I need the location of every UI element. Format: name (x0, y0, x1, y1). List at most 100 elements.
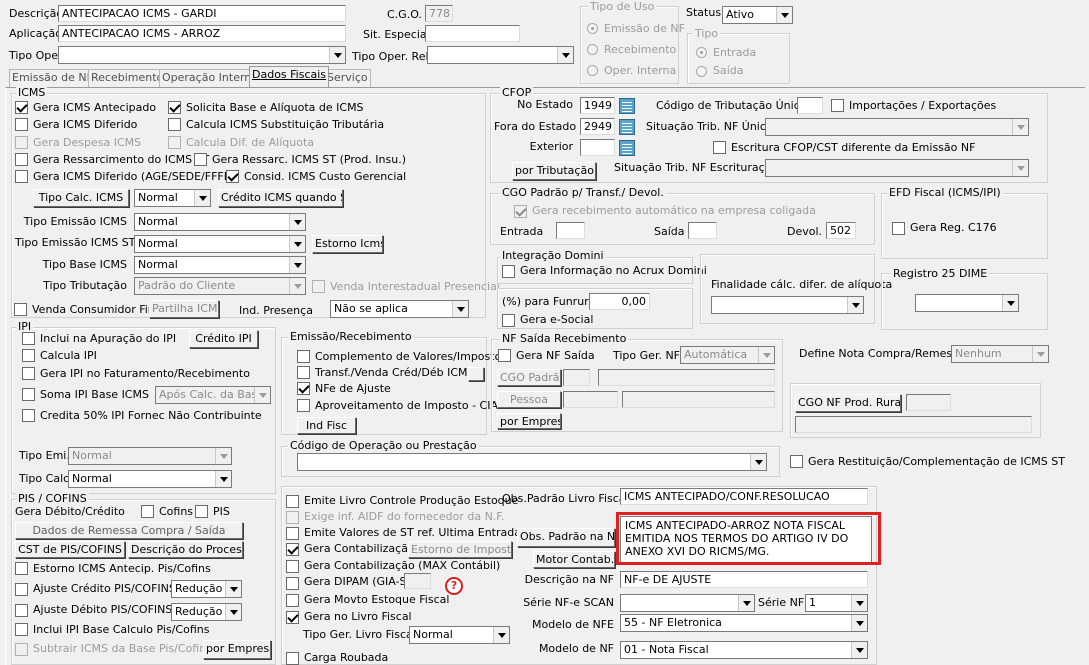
ajuste-debito-select[interactable]: Redução (171, 603, 242, 621)
soma-base-checkbox[interactable] (22, 388, 35, 401)
cod-oper-select[interactable] (297, 453, 767, 471)
cgo-padrao-button[interactable]: CGO Padrão (497, 369, 561, 386)
sit-trib-select[interactable] (765, 118, 1029, 136)
exige-aidf-checkbox[interactable] (286, 511, 299, 524)
estorno-icms-button[interactable]: Estorno Icms (312, 235, 383, 253)
ind-presenca-select[interactable]: Não se aplica (330, 300, 469, 318)
ajuste-credito-select[interactable]: Redução (171, 580, 242, 598)
subtrai-icms-checkbox[interactable] (15, 643, 28, 656)
obs-padrao-livro-input[interactable]: ICMS ANTECIPADO/CONF.RESOLUCAO (620, 488, 868, 505)
aplicacao-input[interactable]: ANTECIPACAO ICMS - ARROZ (58, 25, 346, 42)
tab-dados-fiscais[interactable]: Dados Fiscais (249, 66, 330, 87)
por-tributacao-button[interactable]: por Tributação... (512, 162, 596, 180)
credita50-checkbox[interactable] (22, 409, 35, 422)
descricao-nf-input[interactable]: NF-e DE AJUSTE (620, 571, 868, 588)
cofins-checkbox[interactable] (141, 505, 154, 518)
descricao-processo-button[interactable]: Descrição do Processo (128, 541, 243, 558)
gera-ressarc-prod-checkbox[interactable] (194, 153, 207, 166)
no-estado-input[interactable]: 1949 (580, 97, 615, 114)
venda-consumidor-checkbox[interactable] (14, 303, 27, 316)
pis-por-empresa-button[interactable]: por Empresa (203, 640, 271, 659)
tab-operacao-interna[interactable]: Operação Interna (159, 69, 262, 87)
ajuste-debito-checkbox[interactable] (15, 604, 28, 617)
dados-remessa-button[interactable]: Dados de Remessa Compra / Saída (15, 522, 243, 539)
inclui-apur-checkbox[interactable] (22, 332, 35, 345)
exterior-input[interactable] (580, 139, 615, 156)
ind-fisc-button[interactable]: Ind Fisc (297, 417, 356, 434)
obs-padrao-nf-button[interactable]: Obs. Padrão na NF (517, 528, 615, 547)
modelo-nf-select[interactable]: 01 - Nota Fiscal (620, 641, 868, 659)
lookup-grid-icon[interactable] (619, 140, 635, 156)
tab-recebimento[interactable]: Recebimento (88, 69, 167, 87)
gera-c176-checkbox[interactable] (892, 222, 905, 235)
cgo-padrao-input[interactable] (563, 369, 590, 386)
serie-scan-select[interactable] (620, 594, 755, 612)
cgo-input[interactable]: 778 (425, 5, 453, 22)
motor-contab-button[interactable]: Motor Contab. (533, 551, 615, 568)
esocial-checkbox[interactable] (502, 314, 515, 327)
radio-recebimento[interactable] (587, 44, 598, 55)
gera-nf-saida-checkbox[interactable] (498, 349, 511, 362)
partilha-icms-button[interactable]: Partilha ICMS (149, 300, 219, 318)
serie-nf-select[interactable]: 1 (805, 594, 868, 612)
tipo-oper-rel-select[interactable] (427, 46, 574, 64)
radio-emissao-nf[interactable] (587, 23, 598, 34)
entrada-input[interactable] (556, 222, 585, 239)
ajuste-credito-checkbox[interactable] (15, 583, 28, 596)
define-nota-select[interactable]: Nenhum (951, 345, 1049, 363)
gera-livro-checkbox[interactable] (286, 611, 299, 624)
finalidade-select[interactable] (711, 296, 864, 314)
credito-ipi-button[interactable]: Crédito IPI (189, 330, 258, 348)
gera-restit-checkbox[interactable] (790, 455, 803, 468)
calcula-st-checkbox[interactable] (168, 118, 181, 131)
consid-custo-checkbox[interactable] (226, 170, 239, 183)
import-export-checkbox[interactable] (831, 99, 844, 112)
cgo-prod-rural-button[interactable]: CGO NF Prod. Rural (795, 394, 901, 412)
soma-base-select[interactable]: Após Calc. da Base (155, 386, 271, 404)
tipo-ger-livro-select[interactable]: Normal (409, 626, 510, 644)
sit-especial-input[interactable] (425, 25, 520, 42)
gera-movto-checkbox[interactable] (286, 594, 299, 607)
tipo-emi-select[interactable]: Normal (68, 447, 232, 465)
funrural-input[interactable]: 0,00 (589, 293, 650, 310)
calcula-dif-checkbox[interactable] (168, 136, 181, 149)
pis-checkbox[interactable] (195, 505, 208, 518)
complemento-checkbox[interactable] (297, 350, 310, 363)
gera-ressarc-checkbox[interactable] (15, 153, 28, 166)
lookup-grid-icon[interactable] (619, 98, 635, 114)
cst-pis-button[interactable]: CST de PIS/COFINS (15, 541, 125, 558)
tipo-calc-icms-button[interactable]: Tipo Calc. ICMS (33, 189, 129, 207)
saida-input[interactable] (688, 222, 717, 239)
gera-dipam-checkbox[interactable] (286, 577, 299, 590)
ipi-tipo-calc-select[interactable]: Normal (68, 470, 232, 488)
gera-receb-checkbox[interactable] (514, 205, 527, 218)
cgo-prod-rural-input[interactable] (906, 394, 951, 411)
sit-escrit-select[interactable] (765, 159, 1029, 177)
tipo-trib-select[interactable]: Padrão do Cliente (134, 277, 306, 295)
pessoa-input[interactable] (563, 391, 618, 408)
modelo-nfe-select[interactable]: 55 - NF Eletronica (620, 614, 868, 632)
tipo-oper-select[interactable] (58, 46, 346, 64)
estorno-impostos-button[interactable]: Estorno de Impostos (408, 541, 512, 558)
gera-dif-age-checkbox[interactable] (15, 170, 28, 183)
gera-dipam-input[interactable] (404, 573, 431, 589)
registro25-select[interactable] (915, 294, 1019, 312)
tipo-ger-nf-select[interactable]: Automática (680, 346, 775, 364)
estorno-antecip-checkbox[interactable] (15, 562, 28, 575)
gera-despesa-checkbox[interactable] (15, 136, 28, 149)
venda-inter-checkbox[interactable] (312, 280, 325, 293)
descricao-input[interactable]: ANTECIPACAO ICMS - GARDI (58, 5, 346, 22)
radio-oper-interna[interactable] (587, 65, 598, 76)
gera-contab-max-checkbox[interactable] (286, 560, 299, 573)
calcula-ipi-checkbox[interactable] (22, 349, 35, 362)
pessoa-button[interactable]: Pessoa (497, 391, 561, 408)
por-empresa-button[interactable]: por Empresa (497, 413, 561, 429)
fora-estado-input[interactable]: 2949 (580, 118, 615, 135)
gera-contab-checkbox[interactable] (286, 543, 299, 556)
tipo-emissao-st-select[interactable]: Normal (134, 235, 306, 253)
tab-servico[interactable]: Serviço (324, 69, 371, 87)
gera-info-checkbox[interactable] (502, 265, 515, 278)
solicita-base-checkbox[interactable] (168, 101, 181, 114)
lookup-grid-icon[interactable] (619, 119, 635, 135)
transf-detail-button[interactable] (468, 367, 484, 381)
